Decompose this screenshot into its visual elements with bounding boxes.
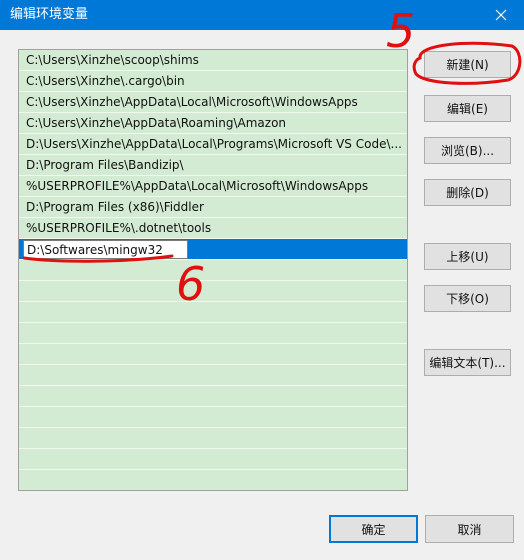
list-item[interactable]: %USERPROFILE%\AppData\Local\Microsoft\Wi… [19,176,407,197]
list-item[interactable]: C:\Users\Xinzhe\.cargo\bin [19,71,407,92]
empty-row [19,260,407,281]
empty-row [19,386,407,407]
edit-button[interactable]: 编辑(E) [424,95,511,122]
list-item[interactable]: %USERPROFILE%\.dotnet\tools [19,218,407,239]
list-item-editing[interactable]: D:\Softwares\mingw32 [19,239,407,260]
empty-row [19,281,407,302]
cancel-button[interactable]: 取消 [425,515,514,543]
list-item[interactable]: C:\Users\Xinzhe\AppData\Local\Microsoft\… [19,92,407,113]
list-item[interactable]: D:\Users\Xinzhe\AppData\Local\Programs\M… [19,134,407,155]
list-item-text: %USERPROFILE%\AppData\Local\Microsoft\Wi… [26,179,369,193]
window-title: 编辑环境变量 [10,7,89,22]
list-item-text: D:\Users\Xinzhe\AppData\Local\Programs\M… [26,137,402,151]
path-list[interactable]: C:\Users\Xinzhe\scoop\shims C:\Users\Xin… [18,49,408,491]
list-item[interactable]: D:\Program Files\Bandizip\ [19,155,407,176]
empty-row [19,470,407,490]
empty-row [19,449,407,470]
list-item[interactable]: C:\Users\Xinzhe\scoop\shims [19,50,407,71]
title-bar: 编辑环境变量 [0,0,524,30]
move-up-button[interactable]: 上移(U) [424,243,511,270]
list-item[interactable]: C:\Users\Xinzhe\AppData\Roaming\Amazon [19,113,407,134]
list-item-text: C:\Users\Xinzhe\.cargo\bin [26,74,185,88]
list-item-text: C:\Users\Xinzhe\scoop\shims [26,53,199,67]
empty-row [19,365,407,386]
list-item-text: D:\Program Files (x86)\Fiddler [26,200,204,214]
list-item-text: C:\Users\Xinzhe\AppData\Roaming\Amazon [26,116,287,130]
empty-row [19,302,407,323]
empty-row [19,323,407,344]
browse-button[interactable]: 浏览(B)... [424,137,511,164]
move-down-button[interactable]: 下移(O) [424,285,511,312]
list-item-text: D:\Program Files\Bandizip\ [26,158,184,172]
ok-button[interactable]: 确定 [329,515,418,543]
path-edit-input[interactable]: D:\Softwares\mingw32 [23,240,188,259]
empty-row [19,344,407,365]
close-button[interactable] [478,0,524,30]
list-item[interactable]: D:\Program Files (x86)\Fiddler [19,197,407,218]
list-item-text: C:\Users\Xinzhe\AppData\Local\Microsoft\… [26,95,358,109]
empty-row [19,407,407,428]
delete-button[interactable]: 删除(D) [424,179,511,206]
new-button[interactable]: 新建(N) [424,51,511,78]
close-icon [495,9,507,21]
empty-row [19,428,407,449]
list-item-text: %USERPROFILE%\.dotnet\tools [26,221,212,235]
path-edit-value: D:\Softwares\mingw32 [27,243,163,257]
edit-text-button[interactable]: 编辑文本(T)... [424,349,511,376]
